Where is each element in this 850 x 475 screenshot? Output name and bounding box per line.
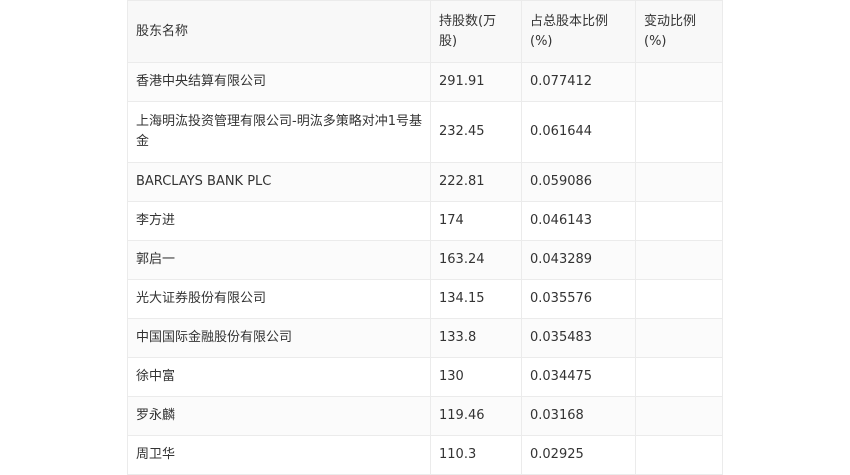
cell-change <box>635 318 723 358</box>
table-row: 周卫华 110.3 0.02925 <box>127 435 723 475</box>
table-row: 罗永麟 119.46 0.03168 <box>127 396 723 436</box>
table-row: 上海明汯投资管理有限公司-明汯多策略对冲1号基金 232.45 0.061644 <box>127 101 723 163</box>
table-row: 香港中央结算有限公司 291.91 0.077412 <box>127 62 723 102</box>
cell-change <box>635 162 723 202</box>
cell-shares: 291.91 <box>430 62 522 102</box>
cell-name: BARCLAYS BANK PLC <box>127 162 431 202</box>
cell-name: 郭启一 <box>127 240 431 280</box>
cell-ratio: 0.059086 <box>521 162 636 202</box>
cell-change <box>635 101 723 163</box>
cell-name: 香港中央结算有限公司 <box>127 62 431 102</box>
shareholder-table-container: 股东名称 持股数(万股) 占总股本比例(%) 变动比例(%) 香港中央结算有限公… <box>127 0 723 475</box>
table-row: BARCLAYS BANK PLC 222.81 0.059086 <box>127 162 723 202</box>
cell-shares: 232.45 <box>430 101 522 163</box>
cell-shares: 119.46 <box>430 396 522 436</box>
cell-shares: 174 <box>430 201 522 241</box>
cell-change <box>635 62 723 102</box>
cell-change <box>635 279 723 319</box>
cell-ratio: 0.043289 <box>521 240 636 280</box>
table-header-row: 股东名称 持股数(万股) 占总股本比例(%) 变动比例(%) <box>127 0 723 63</box>
cell-shares: 163.24 <box>430 240 522 280</box>
cell-shares: 110.3 <box>430 435 522 475</box>
cell-name: 周卫华 <box>127 435 431 475</box>
cell-shares: 134.15 <box>430 279 522 319</box>
table-row: 徐中富 130 0.034475 <box>127 357 723 397</box>
cell-shares: 133.8 <box>430 318 522 358</box>
cell-ratio: 0.02925 <box>521 435 636 475</box>
header-change-ratio: 变动比例(%) <box>635 0 723 63</box>
table-row: 光大证券股份有限公司 134.15 0.035576 <box>127 279 723 319</box>
header-shares-held: 持股数(万股) <box>430 0 522 63</box>
table-row: 李方进 174 0.046143 <box>127 201 723 241</box>
cell-ratio: 0.03168 <box>521 396 636 436</box>
cell-name: 罗永麟 <box>127 396 431 436</box>
cell-name: 李方进 <box>127 201 431 241</box>
cell-change <box>635 240 723 280</box>
cell-name: 徐中富 <box>127 357 431 397</box>
cell-ratio: 0.046143 <box>521 201 636 241</box>
cell-change <box>635 435 723 475</box>
cell-ratio: 0.035483 <box>521 318 636 358</box>
cell-name: 上海明汯投资管理有限公司-明汯多策略对冲1号基金 <box>127 101 431 163</box>
cell-ratio: 0.035576 <box>521 279 636 319</box>
cell-name: 光大证券股份有限公司 <box>127 279 431 319</box>
header-shareholder-name: 股东名称 <box>127 0 431 63</box>
shareholder-table: 股东名称 持股数(万股) 占总股本比例(%) 变动比例(%) 香港中央结算有限公… <box>127 0 723 475</box>
cell-ratio: 0.034475 <box>521 357 636 397</box>
table-row: 郭启一 163.24 0.043289 <box>127 240 723 280</box>
cell-ratio: 0.061644 <box>521 101 636 163</box>
table-row: 中国国际金融股份有限公司 133.8 0.035483 <box>127 318 723 358</box>
cell-shares: 130 <box>430 357 522 397</box>
cell-change <box>635 357 723 397</box>
cell-name: 中国国际金融股份有限公司 <box>127 318 431 358</box>
cell-change <box>635 201 723 241</box>
cell-change <box>635 396 723 436</box>
cell-ratio: 0.077412 <box>521 62 636 102</box>
cell-shares: 222.81 <box>430 162 522 202</box>
header-share-ratio: 占总股本比例(%) <box>521 0 636 63</box>
